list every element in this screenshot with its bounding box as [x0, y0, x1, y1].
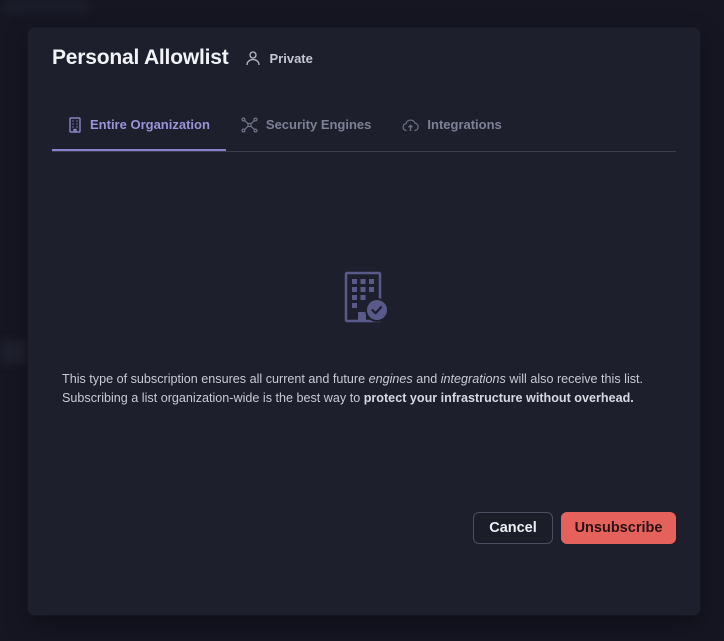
- modal-title: Personal Allowlist: [52, 46, 229, 69]
- network-nodes-icon: [241, 117, 258, 133]
- subscription-description: This type of subscription ensures all cu…: [62, 370, 682, 408]
- emphasis-engines: engines: [368, 372, 413, 386]
- background-blurred-element: [0, 0, 90, 14]
- tab-label: Integrations: [427, 117, 502, 132]
- unsubscribe-button[interactable]: Unsubscribe: [561, 512, 676, 544]
- description-text: and: [412, 372, 441, 386]
- visibility-label: Private: [269, 50, 313, 66]
- description-text: This type of subscription ensures all cu…: [62, 372, 369, 386]
- building-check-icon: [344, 271, 390, 328]
- tab-entire-organization[interactable]: Entire Organization: [52, 100, 226, 151]
- description-text: Subscribing a list organization-wide is …: [62, 391, 364, 405]
- description-line-2: Subscribing a list organization-wide is …: [62, 389, 682, 408]
- description-line-1: This type of subscription ensures all cu…: [62, 370, 682, 389]
- subscription-modal: Personal Allowlist Private Entire Organi…: [28, 28, 700, 615]
- tab-bar: Entire Organization Security Engines Int…: [52, 100, 676, 152]
- building-icon: [69, 116, 81, 133]
- modal-actions: Cancel Unsubscribe: [473, 512, 676, 544]
- tab-label: Security Engines: [265, 117, 372, 132]
- tab-security-engines[interactable]: Security Engines: [226, 100, 387, 149]
- background-blurred-element: [0, 340, 28, 364]
- description-highlight: protect your infrastructure without over…: [363, 391, 634, 405]
- tab-label: Entire Organization: [90, 117, 210, 132]
- visibility-indicator: Private: [245, 50, 313, 66]
- user-icon: [245, 51, 260, 66]
- cancel-button[interactable]: Cancel: [473, 512, 553, 544]
- emphasis-integrations: integrations: [440, 372, 506, 386]
- description-text: will also receive this list.: [505, 372, 644, 386]
- cloud-upload-icon: [402, 118, 420, 131]
- modal-header: Personal Allowlist Private: [52, 46, 313, 70]
- tab-integrations[interactable]: Integrations: [387, 100, 517, 149]
